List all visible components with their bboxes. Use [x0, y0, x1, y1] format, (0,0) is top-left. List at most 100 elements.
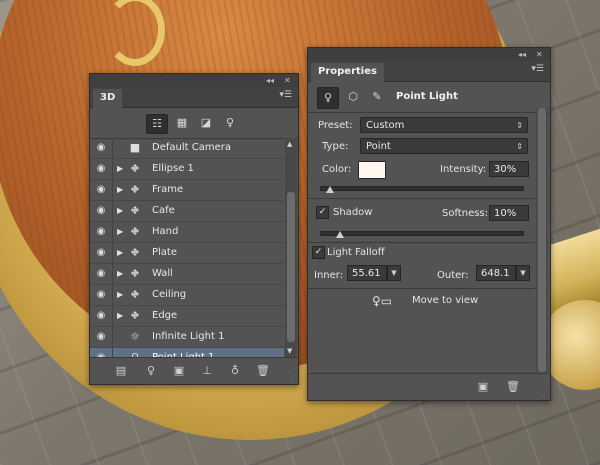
light-filter-icon[interactable]: ♀	[220, 114, 240, 132]
coordinates-icon[interactable]: ⬡	[343, 87, 363, 107]
visibility-eye-icon[interactable]: ◉	[90, 159, 113, 179]
scene-list-scrollbar[interactable]: ▲ ▼	[285, 138, 297, 357]
scrollbar-thumb[interactable]	[538, 108, 546, 372]
visibility-eye-icon[interactable]: ◉	[90, 327, 113, 347]
scene-list-item[interactable]: ◉ ▶ ⛖ Ceiling	[90, 285, 284, 306]
scene-list-item[interactable]: ◉ ▶ ⛖ Frame	[90, 180, 284, 201]
scene-filter-icon[interactable]: ☷	[146, 114, 168, 134]
scene-list-item[interactable]: ◉ ▶ ⛖ Plate	[90, 243, 284, 264]
visibility-eye-icon[interactable]: ◉	[90, 222, 113, 242]
visibility-eye-icon[interactable]: ◉	[90, 285, 113, 305]
trash-icon[interactable]: 🗑	[504, 378, 522, 396]
panel-menu-icon[interactable]: ▾☰	[531, 64, 544, 74]
collapse-panel-icon[interactable]: ◂◂	[518, 49, 526, 60]
properties-scrollbar[interactable]	[536, 108, 548, 372]
brush-icon[interactable]: ✎	[367, 87, 387, 107]
mesh-icon: ⛖	[130, 183, 140, 196]
properties-header: ♀ ⬡ ✎ Point Light	[308, 82, 550, 113]
scroll-down-icon[interactable]: ▼	[287, 347, 292, 355]
render-icon[interactable]: ▤	[112, 362, 130, 380]
scene-list-item[interactable]: ◉ ♀ Point Light 1	[90, 348, 284, 357]
tab-properties[interactable]: Properties	[311, 63, 384, 82]
panel-menu-icon[interactable]: ▾☰	[279, 90, 292, 100]
softness-slider-track[interactable]	[320, 231, 524, 236]
infinite-light-icon: ☼	[130, 330, 140, 343]
move-to-view-button[interactable]: Move to view	[412, 295, 478, 306]
panel-header-strip: ◂◂ ✕	[90, 74, 298, 87]
scene-item-label: Infinite Light 1	[152, 331, 225, 342]
expand-triangle-icon[interactable]: ▶	[117, 201, 123, 221]
visibility-eye-icon[interactable]: ◉	[90, 264, 113, 284]
intensity-slider-knob[interactable]	[326, 186, 335, 193]
scene-item-label: Point Light 1	[152, 348, 215, 357]
dropdown-arrows-icon: ⇕	[516, 142, 523, 151]
scene-item-label: Plate	[152, 247, 178, 258]
tab-3d[interactable]: 3D	[93, 89, 123, 108]
collapse-panel-icon[interactable]: ◂◂	[266, 75, 274, 86]
move-to-view-icon[interactable]: ♀▭	[372, 294, 392, 308]
new-object-icon[interactable]: ▣	[170, 362, 188, 380]
scene-item-label: Cafe	[152, 205, 175, 216]
scroll-up-icon[interactable]: ▲	[287, 140, 292, 148]
mesh-icon: ⛖	[130, 225, 140, 238]
scene-list-item[interactable]: ◉ ▶ ⛖ Ellipse 1	[90, 159, 284, 180]
inner-stepper[interactable]: ▼	[387, 265, 401, 281]
scene-list-item[interactable]: ◉ ▶ ⛖ Wall	[90, 264, 284, 285]
light-falloff-checkbox[interactable]: ✓	[312, 246, 325, 259]
ground-icon[interactable]: ⊥	[198, 362, 216, 380]
section-divider	[308, 288, 535, 289]
expand-triangle-icon[interactable]: ▶	[117, 159, 123, 179]
type-dropdown[interactable]: Point ⇕	[360, 138, 528, 154]
expand-triangle-icon[interactable]: ▶	[117, 285, 123, 305]
scene-item-label: Edge	[152, 310, 178, 321]
visibility-eye-icon[interactable]: ◉	[90, 306, 113, 326]
softness-label: Softness:	[442, 208, 489, 219]
preset-dropdown[interactable]: Custom ⇕	[360, 117, 528, 133]
light-properties-icon[interactable]: ♀	[317, 87, 339, 109]
shadow-checkbox[interactable]: ✓	[316, 206, 329, 219]
resize-grip-icon[interactable]: ⋰	[541, 390, 548, 398]
scene-list-item[interactable]: ◉ ▶ ⛖ Hand	[90, 222, 284, 243]
softness-slider-knob[interactable]	[336, 231, 345, 238]
type-value: Point	[366, 141, 391, 152]
scene-list-item[interactable]: ◉ ■ Default Camera	[90, 138, 284, 159]
expand-triangle-icon[interactable]: ▶	[117, 264, 123, 284]
mesh-icon: ⛖	[130, 309, 140, 322]
expand-triangle-icon[interactable]: ▶	[117, 243, 123, 263]
light-color-swatch[interactable]	[358, 161, 386, 179]
color-label: Color:	[322, 164, 352, 175]
close-panel-icon[interactable]: ✕	[284, 75, 291, 86]
properties-footer: ▣ 🗑 ⋰	[308, 373, 550, 400]
material-filter-icon[interactable]: ◪	[196, 114, 216, 132]
softness-field[interactable]: 10%	[489, 205, 529, 221]
expand-triangle-icon[interactable]: ▶	[117, 222, 123, 242]
trash-icon[interactable]: 🗑	[254, 362, 272, 380]
visibility-eye-icon[interactable]: ◉	[90, 201, 113, 221]
mesh-filter-icon[interactable]: ▦	[172, 114, 192, 132]
inner-field[interactable]: 55.61 p	[347, 265, 387, 281]
outer-field[interactable]: 648.1 p	[476, 265, 516, 281]
close-panel-icon[interactable]: ✕	[536, 49, 543, 60]
camera-icon: ■	[129, 141, 141, 154]
visibility-eye-icon[interactable]: ◉	[90, 243, 113, 263]
add-light-icon[interactable]: ♀	[142, 362, 160, 380]
scene-list-item[interactable]: ◉ ▶ ⛖ Cafe	[90, 201, 284, 222]
visibility-eye-icon[interactable]: ◉	[90, 138, 113, 158]
scene-item-label: Ellipse 1	[152, 163, 194, 174]
new-object-icon[interactable]: ▣	[474, 378, 492, 396]
scene-list-item[interactable]: ◉ ☼ Infinite Light 1	[90, 327, 284, 348]
scene-item-label: Hand	[152, 226, 179, 237]
expand-triangle-icon[interactable]: ▶	[117, 306, 123, 326]
visibility-eye-icon[interactable]: ◉	[90, 180, 113, 200]
delete-light-icon[interactable]: ♁	[226, 362, 244, 380]
scene-list-item[interactable]: ◉ ▶ ⛖ Edge	[90, 306, 284, 327]
intensity-slider-track[interactable]	[320, 186, 524, 191]
scrollbar-thumb[interactable]	[287, 192, 295, 342]
intensity-field[interactable]: 30%	[489, 161, 529, 177]
scene-item-label: Frame	[152, 184, 184, 195]
expand-triangle-icon[interactable]: ▶	[117, 180, 123, 200]
inner-label: Inner:	[314, 270, 344, 281]
visibility-eye-icon[interactable]: ◉	[90, 348, 113, 357]
resize-grip-icon[interactable]: ⋰	[289, 374, 296, 382]
outer-stepper[interactable]: ▼	[516, 265, 530, 281]
